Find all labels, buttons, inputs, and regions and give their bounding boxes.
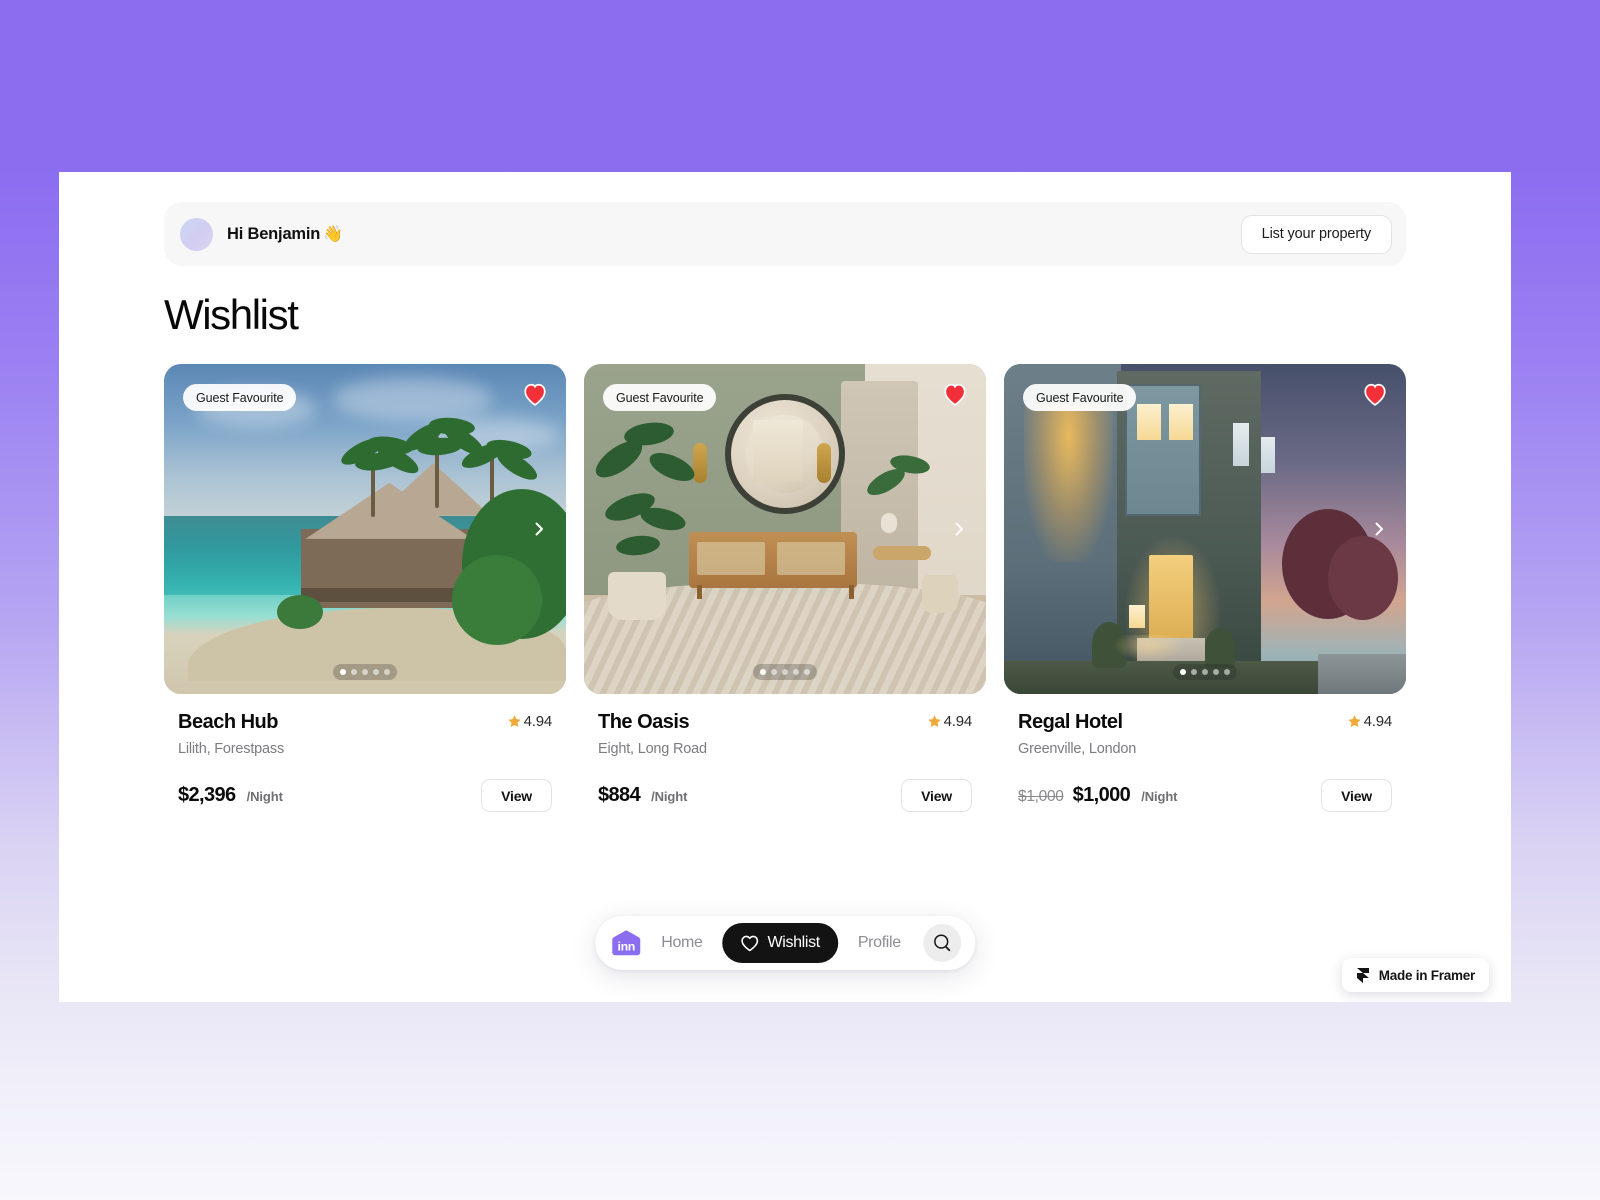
carousel-dots[interactable] [753, 664, 817, 680]
wishlist-card-grid: Guest Favourite Beach Hub Lilith, Forest… [164, 364, 1406, 812]
carousel-dots[interactable] [1173, 664, 1237, 680]
property-photo-regal-hotel [1004, 364, 1406, 694]
made-in-framer-label: Made in Framer [1378, 967, 1476, 983]
card-info: The Oasis Eight, Long Road 4.94 $884/Nig… [584, 694, 986, 812]
wave-icon: 👋 [323, 226, 343, 243]
star-icon [927, 715, 941, 728]
price-unit: /Night [1141, 789, 1178, 804]
star-icon [507, 715, 521, 728]
rating-value: 4.94 [1363, 713, 1393, 730]
carousel-dots[interactable] [333, 664, 397, 680]
card-title: Beach Hub [178, 711, 278, 733]
view-button[interactable]: View [481, 779, 552, 812]
greeting-text: Hi Benjamin 👋 [227, 224, 343, 244]
card-info: Beach Hub Lilith, Forestpass 4.94 $2,396… [164, 694, 566, 812]
inn-logo-icon[interactable]: inn [611, 929, 641, 957]
price-current: $1,000 [1072, 784, 1131, 806]
price-group: $884/Night [598, 784, 687, 807]
nav-item-wishlist-label: Wishlist [767, 934, 821, 951]
property-card[interactable]: Guest Favourite The Oasis Eight, Long Ro… [584, 364, 986, 812]
avatar[interactable] [180, 217, 213, 251]
page-title: Wishlist [164, 291, 299, 338]
card-title: The Oasis [598, 711, 690, 733]
greeting-group: Hi Benjamin 👋 [180, 217, 343, 251]
made-in-framer-badge[interactable]: Made in Framer [1341, 958, 1489, 992]
view-button[interactable]: View [901, 779, 972, 812]
header-bar: Hi Benjamin 👋 List your property [164, 202, 1406, 266]
card-image-carousel[interactable]: Guest Favourite [164, 364, 566, 694]
rating: 4.94 [1347, 711, 1392, 730]
guest-favourite-badge: Guest Favourite [603, 384, 717, 411]
price-unit: /Night [246, 789, 283, 804]
card-location: Eight, Long Road [598, 741, 707, 757]
bottom-navigation-bar: inn Home Wishlist Profile [595, 916, 975, 970]
rating: 4.94 [507, 711, 552, 730]
card-image-carousel[interactable]: Guest Favourite [584, 364, 986, 694]
card-image-carousel[interactable]: Guest Favourite [1004, 364, 1406, 694]
favourite-heart-icon[interactable] [522, 381, 548, 407]
svg-text:inn: inn [618, 939, 635, 953]
card-location: Greenville, London [1018, 741, 1137, 757]
card-info: Regal Hotel Greenville, London 4.94 $1,0… [1004, 694, 1406, 812]
property-photo-beach-hub [164, 364, 566, 694]
favourite-heart-icon[interactable] [1362, 381, 1388, 407]
heart-outline-icon [741, 935, 759, 951]
price-group: $1,000 $1,000/Night [1018, 784, 1178, 807]
favourite-heart-icon[interactable] [942, 381, 968, 407]
card-location: Lilith, Forestpass [178, 741, 284, 757]
view-button[interactable]: View [1321, 779, 1392, 812]
property-card[interactable]: Guest Favourite Regal Hotel Greenville, … [1004, 364, 1406, 812]
nav-item-home[interactable]: Home [651, 934, 712, 952]
nav-item-wishlist[interactable]: Wishlist [722, 923, 838, 963]
carousel-next-icon[interactable] [1366, 516, 1392, 542]
guest-favourite-badge: Guest Favourite [183, 384, 297, 411]
app-window: Hi Benjamin 👋 List your property Wishlist [59, 172, 1511, 1002]
property-card[interactable]: Guest Favourite Beach Hub Lilith, Forest… [164, 364, 566, 812]
nav-item-profile[interactable]: Profile [848, 934, 911, 952]
property-photo-the-oasis [584, 364, 986, 694]
star-icon [1347, 715, 1361, 728]
rating-value: 4.94 [943, 713, 973, 730]
guest-favourite-badge: Guest Favourite [1023, 384, 1137, 411]
card-title: Regal Hotel [1018, 711, 1123, 733]
rating: 4.94 [927, 711, 972, 730]
search-button[interactable] [922, 924, 961, 962]
search-icon [933, 934, 950, 952]
price-original: $1,000 [1018, 788, 1064, 805]
price-unit: /Night [651, 789, 688, 804]
greeting-label: Hi Benjamin [227, 225, 321, 243]
list-your-property-button[interactable]: List your property [1240, 214, 1392, 254]
framer-logo-icon [1356, 967, 1369, 983]
rating-value: 4.94 [523, 713, 553, 730]
price-group: $2,396/Night [178, 784, 283, 807]
carousel-next-icon[interactable] [946, 516, 972, 542]
carousel-next-icon[interactable] [526, 516, 552, 542]
price-current: $884 [598, 784, 641, 806]
price-current: $2,396 [178, 784, 236, 806]
